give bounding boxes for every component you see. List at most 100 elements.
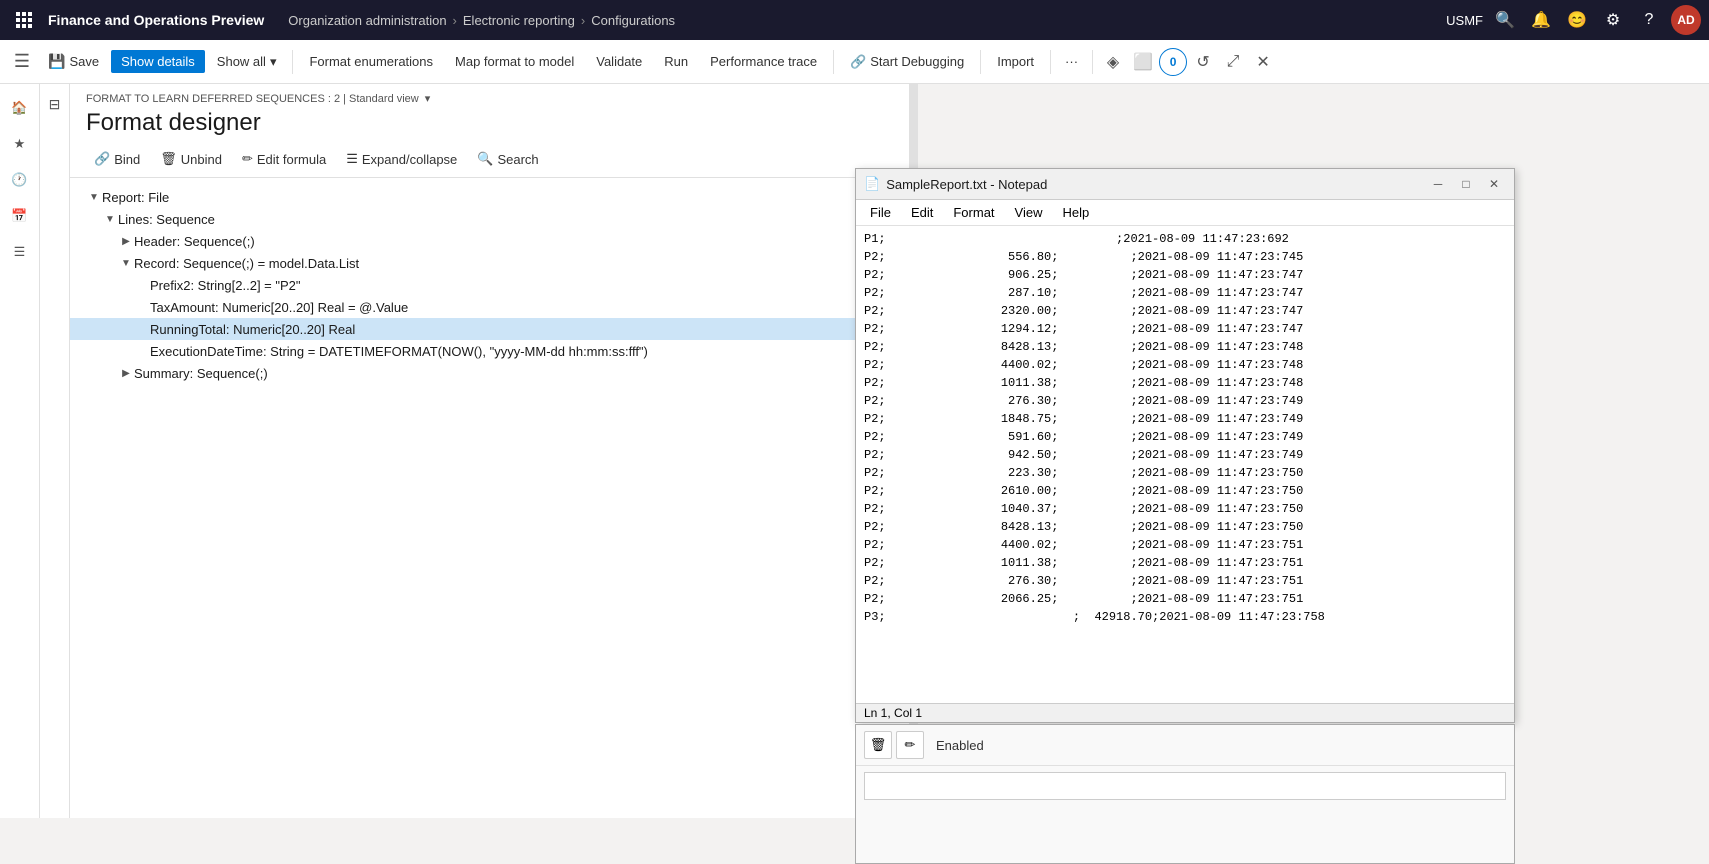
tree-item-label: Prefix2: String[2..2] = "P2" <box>150 278 301 293</box>
help-icon[interactable]: ? <box>1635 6 1663 34</box>
validate-label: Validate <box>596 54 642 69</box>
top-bar: Finance and Operations Preview Organizat… <box>0 0 1709 40</box>
more-button[interactable]: ··· <box>1057 50 1086 73</box>
edit-icon: ✏ <box>905 737 916 753</box>
show-all-button[interactable]: Show all ▾ <box>207 50 287 74</box>
notepad-menu-item[interactable]: Format <box>943 202 1004 223</box>
sep-4 <box>1050 50 1051 74</box>
bottom-delete-button[interactable]: 🗑 <box>864 731 892 759</box>
start-debugging-button[interactable]: 🔗 Start Debugging <box>840 50 974 74</box>
bottom-panel: 🗑 ✏ Enabled <box>855 724 1515 864</box>
expand-collapse-label: Expand/collapse <box>362 152 457 167</box>
notepad-title-text: SampleReport.txt - Notepad <box>886 177 1047 192</box>
tree-item[interactable]: RunningTotal: Numeric[20..20] Real <box>70 318 909 340</box>
notepad-file-icon: 📄 <box>864 176 880 192</box>
breadcrumb-item-3[interactable]: Configurations <box>591 13 675 28</box>
tree-item[interactable]: ▶Summary: Sequence(;) <box>70 362 909 384</box>
tree-spacer <box>134 343 150 359</box>
tree-item[interactable]: ▼Lines: Sequence <box>70 208 909 230</box>
close-icon[interactable]: ✕ <box>1249 48 1277 76</box>
hamburger-icon[interactable]: ☰ <box>8 48 36 76</box>
tree-item[interactable]: TaxAmount: Numeric[20..20] Real = @.Valu… <box>70 296 909 318</box>
expand-icon[interactable]: ⤢ <box>1219 48 1247 76</box>
breadcrumb-item-2[interactable]: Electronic reporting <box>463 13 575 28</box>
tree-toggle[interactable]: ▶ <box>118 233 134 249</box>
tree-toggle[interactable]: ▼ <box>102 211 118 227</box>
refresh-icon[interactable]: ↺ <box>1189 48 1217 76</box>
validate-button[interactable]: Validate <box>586 50 652 73</box>
notepad-menu-item[interactable]: File <box>860 202 901 223</box>
diamond-icon[interactable]: ◈ <box>1099 48 1127 76</box>
tree-item[interactable]: ▼Record: Sequence(;) = model.Data.List <box>70 252 909 274</box>
enabled-input[interactable] <box>864 772 1506 800</box>
expand-collapse-button[interactable]: ☰ Expand/collapse <box>338 147 465 171</box>
tree-item-label: ExecutionDateTime: String = DATETIMEFORM… <box>150 344 648 359</box>
search-icon: 🔍 <box>477 151 493 167</box>
sidebar-star-icon[interactable]: ★ <box>4 128 36 160</box>
save-button[interactable]: 💾 Save <box>38 49 109 74</box>
sidebar-icons: 🏠 ★ 🕐 📅 ☰ <box>0 84 40 818</box>
user-icon[interactable]: 😊 <box>1563 6 1591 34</box>
show-details-label: Show details <box>121 54 195 69</box>
notepad-menu-item[interactable]: Edit <box>901 202 943 223</box>
notepad-close-button[interactable]: ✕ <box>1482 175 1506 193</box>
edit-formula-label: Edit formula <box>257 152 326 167</box>
tree-item[interactable]: Prefix2: String[2..2] = "P2" <box>70 274 909 296</box>
panel-icon[interactable]: ⬜ <box>1129 48 1157 76</box>
avatar[interactable]: AD <box>1671 5 1701 35</box>
notepad-statusbar: Ln 1, Col 1 <box>856 703 1514 722</box>
designer-panel: FORMAT TO LEARN DEFERRED SEQUENCES : 2 |… <box>70 84 910 818</box>
notepad-minimize-button[interactable]: ─ <box>1426 175 1450 193</box>
badge-icon[interactable]: 0 <box>1159 48 1187 76</box>
designer-breadcrumb: FORMAT TO LEARN DEFERRED SEQUENCES : 2 |… <box>86 92 893 105</box>
breadcrumb-sep-2: › <box>581 13 585 28</box>
enabled-label: Enabled <box>936 738 984 753</box>
tree-item-label: Header: Sequence(;) <box>134 234 255 249</box>
filter-icon[interactable]: ⊟ <box>49 96 61 113</box>
sidebar-list-icon[interactable]: ☰ <box>4 236 36 268</box>
format-enumerations-button[interactable]: Format enumerations <box>299 50 443 73</box>
map-format-button[interactable]: Map format to model <box>445 50 584 73</box>
unbind-button[interactable]: 🗑 Unbind <box>152 147 230 171</box>
search-icon[interactable]: 🔍 <box>1491 6 1519 34</box>
bottom-edit-button[interactable]: ✏ <box>896 731 924 759</box>
app-title: Finance and Operations Preview <box>48 12 264 28</box>
sidebar-calendar-icon[interactable]: 📅 <box>4 200 36 232</box>
edit-formula-icon: ✏ <box>242 151 253 167</box>
performance-trace-label: Performance trace <box>710 54 817 69</box>
tree-toggle[interactable]: ▼ <box>118 255 134 271</box>
import-button[interactable]: Import <box>987 50 1044 73</box>
tree-view: ▼Report: File▼Lines: Sequence▶Header: Se… <box>70 178 909 818</box>
tree-item[interactable]: ▼Report: File <box>70 186 909 208</box>
notepad-maximize-button[interactable]: □ <box>1454 175 1478 193</box>
search-button[interactable]: 🔍 Search <box>469 147 546 171</box>
tree-item[interactable]: ▶Header: Sequence(;) <box>70 230 909 252</box>
settings-icon[interactable]: ⚙ <box>1599 6 1627 34</box>
notepad-title: 📄 SampleReport.txt - Notepad <box>864 176 1418 192</box>
tree-toggle[interactable]: ▶ <box>118 365 134 381</box>
save-icon: 💾 <box>48 53 65 70</box>
show-details-button[interactable]: Show details <box>111 50 205 73</box>
notepad-menu-item[interactable]: View <box>1005 202 1053 223</box>
main-area: 🏠 ★ 🕐 📅 ☰ ⊟ FORMAT TO LEARN DEFERRED SEQ… <box>0 84 1709 818</box>
bottom-panel-toolbar: 🗑 ✏ Enabled <box>856 725 1514 766</box>
tree-item[interactable]: ExecutionDateTime: String = DATETIMEFORM… <box>70 340 909 362</box>
bind-button[interactable]: 🔗 Bind <box>86 147 148 171</box>
run-button[interactable]: Run <box>654 50 698 73</box>
bind-label: Bind <box>114 152 140 167</box>
sidebar-clock-icon[interactable]: 🕐 <box>4 164 36 196</box>
top-bar-right: USMF 🔍 🔔 😊 ⚙ ? AD <box>1446 5 1701 35</box>
tree-toggle[interactable]: ▼ <box>86 189 102 205</box>
notepad-menu-item[interactable]: Help <box>1052 202 1099 223</box>
grid-icon[interactable] <box>8 4 40 36</box>
tree-spacer <box>134 277 150 293</box>
tree-item-label: Lines: Sequence <box>118 212 215 227</box>
edit-formula-button[interactable]: ✏ Edit formula <box>234 147 334 171</box>
bind-icon: 🔗 <box>94 151 110 167</box>
performance-trace-button[interactable]: Performance trace <box>700 50 827 73</box>
breadcrumb-item-1[interactable]: Organization administration <box>288 13 446 28</box>
notepad-menubar: FileEditFormatViewHelp <box>856 200 1514 226</box>
expand-collapse-icon: ☰ <box>346 151 358 167</box>
notification-icon[interactable]: 🔔 <box>1527 6 1555 34</box>
sidebar-home-icon[interactable]: 🏠 <box>4 92 36 124</box>
